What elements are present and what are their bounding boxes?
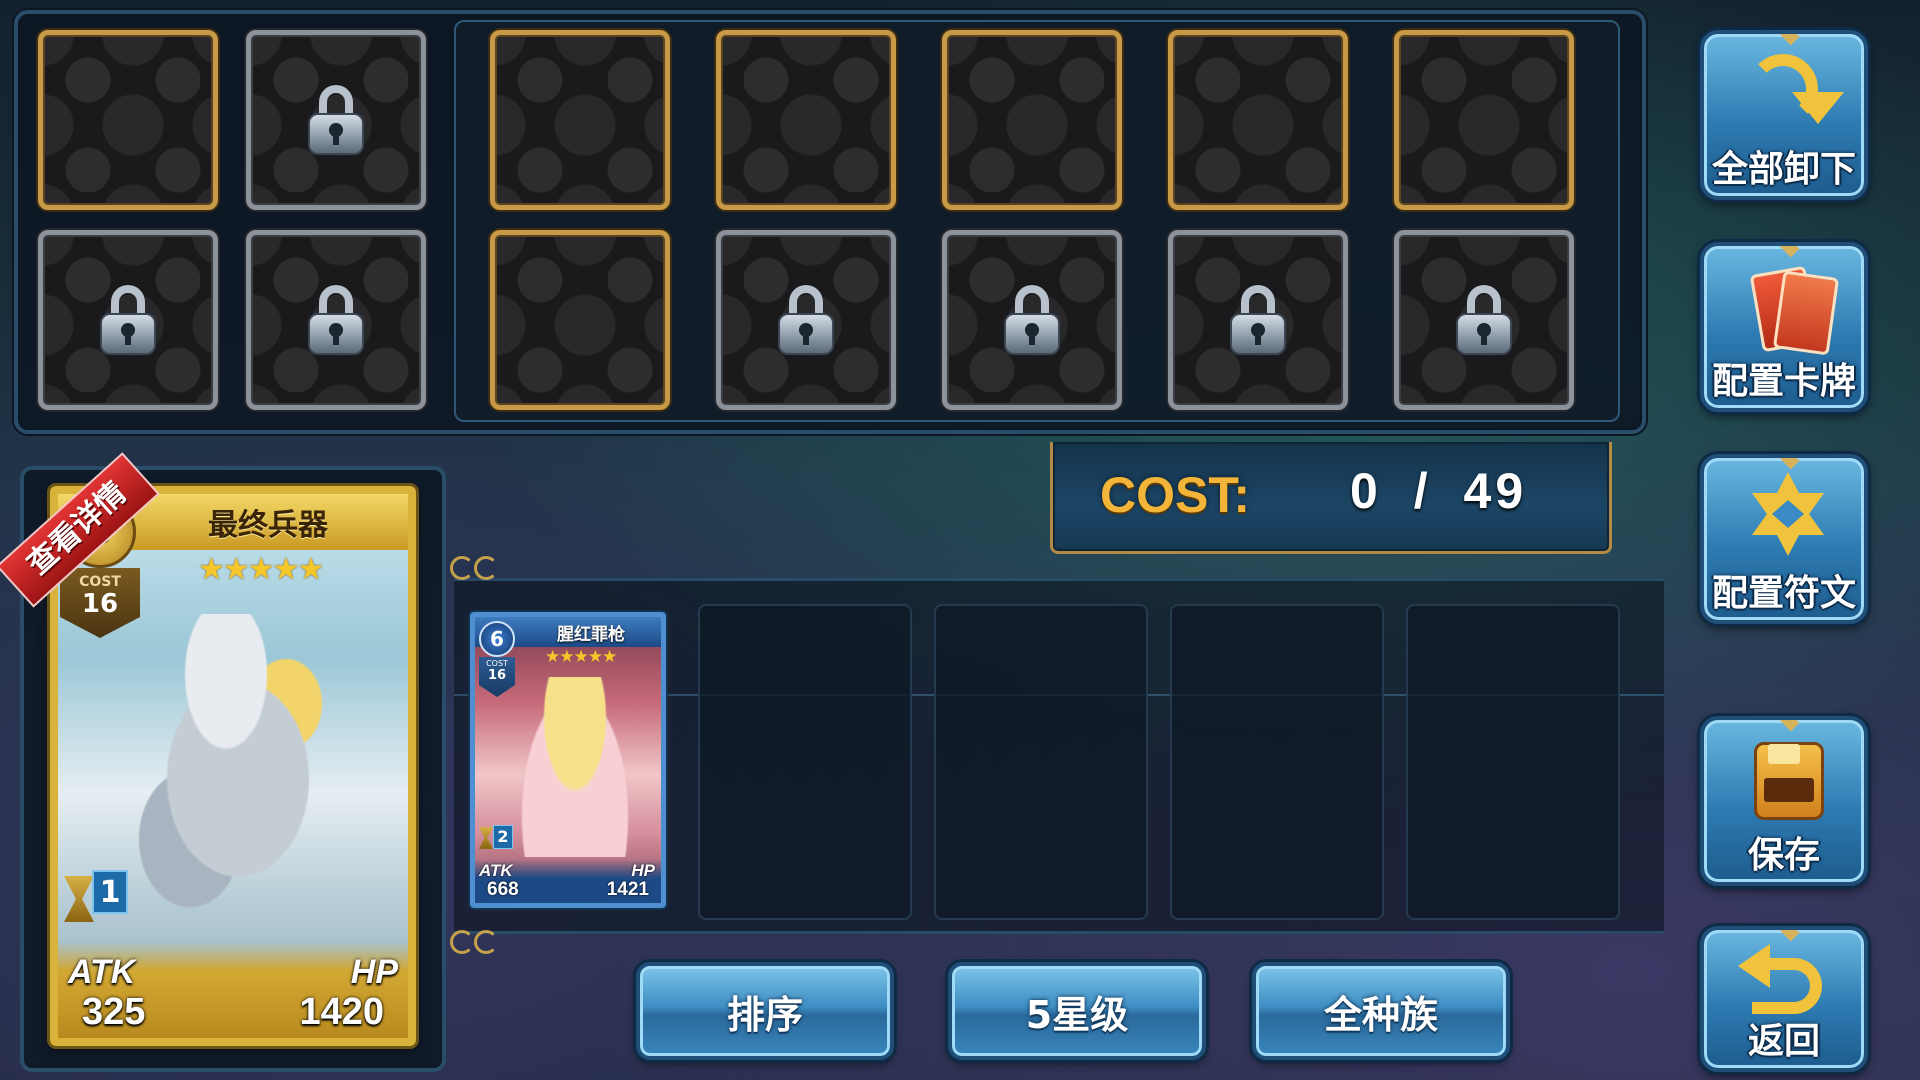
card-skill-badge: 2 <box>479 825 519 851</box>
slot-1-6[interactable] <box>1168 30 1348 210</box>
card-atk-value: 668 <box>487 879 519 900</box>
card-star-rating: ★★★★★ <box>545 647 617 667</box>
lock-icon <box>1456 285 1512 355</box>
unequip-all-button[interactable]: 全部卸下 <box>1700 30 1868 200</box>
cost-max: 49 <box>1463 463 1528 519</box>
lock-icon <box>308 285 364 355</box>
lock-icon <box>1230 285 1286 355</box>
card-list-empty-slot <box>1170 604 1384 920</box>
ornament-icon <box>450 930 540 954</box>
card-cost-value: 16 <box>81 589 119 619</box>
card-level-badge: 6 <box>479 621 515 657</box>
slot-2-7-locked[interactable] <box>1394 230 1574 410</box>
save-disk-icon <box>1738 734 1838 830</box>
card-hp-value: 1420 <box>299 991 384 1033</box>
card-atk-label: ATK <box>479 861 513 880</box>
card-star-rating: ★★★★★ <box>198 552 324 587</box>
sort-button[interactable]: 排序 <box>636 962 894 1060</box>
cost-separator: / <box>1413 463 1432 519</box>
rune-star-icon <box>1738 472 1838 568</box>
arrow-down-icon <box>1738 48 1844 144</box>
unequip-all-label: 全部卸下 <box>1711 149 1856 190</box>
configure-cards-label: 配置卡牌 <box>1711 361 1856 402</box>
card-artwork <box>118 614 358 914</box>
cost-value: 0 / 49 <box>1350 462 1527 520</box>
card-hp-value: 1421 <box>606 879 649 900</box>
lock-icon <box>1004 285 1060 355</box>
cost-current: 0 <box>1350 463 1382 519</box>
card-list-empty-slot <box>934 604 1148 920</box>
slot-2-6-locked[interactable] <box>1168 230 1348 410</box>
card-skill-level: 1 <box>92 870 128 914</box>
card-list-empty-slot <box>698 604 912 920</box>
slot-1-5[interactable] <box>942 30 1122 210</box>
card-list-empty-slot <box>1406 604 1620 920</box>
card-cost-label: COST <box>79 574 121 590</box>
lock-icon <box>100 285 156 355</box>
hourglass-icon <box>479 827 493 849</box>
card-list-item[interactable]: 腥红罪枪 6 COST 16 ★★★★★ 2 ATK HP 668 1421 <box>470 612 666 908</box>
lock-icon <box>778 285 834 355</box>
card-skill-badge: 1 <box>64 870 134 926</box>
card-name: 最终兵器 <box>208 508 328 543</box>
card-hp-label: HP <box>350 953 398 991</box>
slot-2-1-locked[interactable] <box>38 230 218 410</box>
configure-runes-button[interactable]: 配置符文 <box>1700 454 1868 624</box>
hourglass-icon <box>64 876 94 922</box>
gem-ornament <box>1776 246 1800 258</box>
lock-icon <box>308 85 364 155</box>
card-cost-value: 16 <box>487 668 507 683</box>
card-cost-label: COST <box>486 659 508 668</box>
cards-icon <box>1738 260 1840 356</box>
race-filter-button[interactable]: 全种族 <box>1252 962 1510 1060</box>
slot-1-1[interactable] <box>38 30 218 210</box>
save-label: 保存 <box>1747 835 1820 876</box>
configure-runes-label: 配置符文 <box>1711 573 1856 614</box>
card-cost-badge: COST 16 <box>479 657 515 697</box>
slot-1-2-locked[interactable] <box>246 30 426 210</box>
ornament-icon <box>450 556 540 580</box>
save-button[interactable]: 保存 <box>1700 716 1868 886</box>
slot-2-4-locked[interactable] <box>716 230 896 410</box>
featured-card[interactable]: 最终兵器 0 COST 16 ★★★★★ 1 ATK HP 325 1420 <box>50 486 416 1046</box>
card-name: 腥红罪枪 <box>557 625 625 645</box>
slot-1-4[interactable] <box>716 30 896 210</box>
back-button[interactable]: 返回 <box>1700 926 1868 1072</box>
card-artwork <box>515 677 635 857</box>
back-label: 返回 <box>1747 1021 1820 1062</box>
gem-ornament <box>1776 720 1800 732</box>
configure-cards-button[interactable]: 配置卡牌 <box>1700 242 1868 412</box>
gem-ornament <box>1776 34 1800 46</box>
card-atk-value: 325 <box>82 991 146 1033</box>
slot-2-2-locked[interactable] <box>246 230 426 410</box>
gem-ornament <box>1776 458 1800 470</box>
slot-2-3[interactable] <box>490 230 670 410</box>
rarity-filter-button[interactable]: 5星级 <box>948 962 1206 1060</box>
slot-1-7[interactable] <box>1394 30 1574 210</box>
card-hp-label: HP <box>631 861 655 880</box>
card-atk-label: ATK <box>68 953 136 991</box>
slot-2-5-locked[interactable] <box>942 230 1122 410</box>
cost-label: COST: <box>1100 467 1250 523</box>
slot-1-3[interactable] <box>490 30 670 210</box>
card-skill-level: 2 <box>493 825 513 849</box>
back-arrow-icon <box>1738 940 1838 1020</box>
